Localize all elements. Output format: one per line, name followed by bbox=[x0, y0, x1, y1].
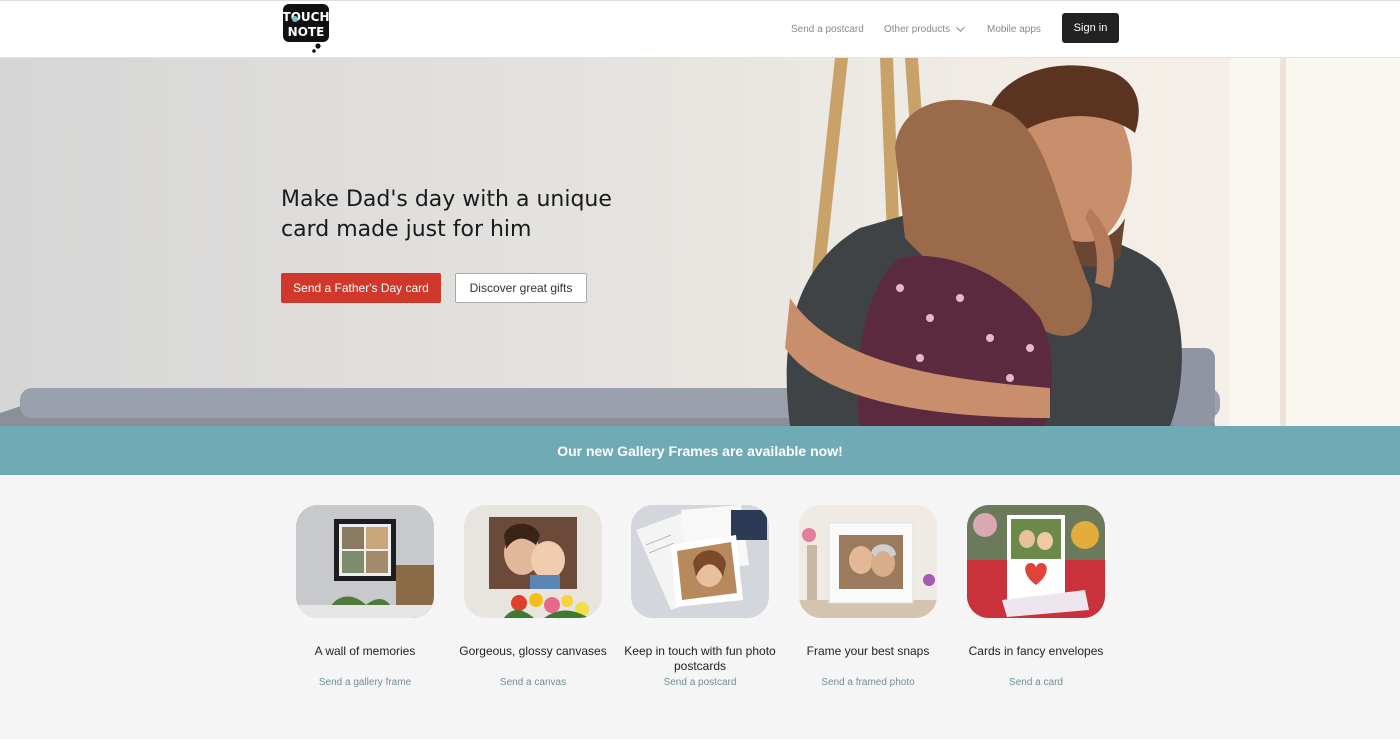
product-title: Frame your best snaps bbox=[806, 644, 930, 658]
svg-text:NOTE: NOTE bbox=[288, 25, 325, 39]
sign-in-button[interactable]: Sign in bbox=[1062, 13, 1119, 43]
touchnote-logo[interactable]: TOUCH NOTE bbox=[283, 4, 331, 54]
product-image-gallery-frame[interactable] bbox=[296, 505, 434, 618]
nav-other-products[interactable]: Other products bbox=[884, 1, 965, 57]
svg-text:TOUCH: TOUCH bbox=[283, 10, 329, 24]
site-header: TOUCH NOTE Send a postcard Other product… bbox=[0, 0, 1400, 58]
nav-send-postcard-label: Send a postcard bbox=[791, 23, 864, 35]
nav-mobile-apps-label: Mobile apps bbox=[987, 23, 1041, 35]
product-link[interactable]: Send a canvas bbox=[449, 677, 617, 688]
product-link[interactable]: Send a postcard bbox=[616, 677, 784, 688]
product-image-framed-photo[interactable] bbox=[799, 505, 937, 618]
products-section: A wall of memories Send a gallery frame bbox=[0, 475, 1400, 739]
product-image-canvas[interactable] bbox=[464, 505, 602, 618]
hero-section: Make Dad's day with a unique card made j… bbox=[0, 58, 1400, 426]
nav-mobile-apps[interactable]: Mobile apps bbox=[987, 1, 1041, 57]
product-link[interactable]: Send a gallery frame bbox=[281, 677, 449, 688]
product-title: Gorgeous, glossy canvases bbox=[459, 644, 607, 658]
hero-photo bbox=[0, 58, 1400, 426]
banner-text: Our new Gallery Frames are available now… bbox=[557, 442, 843, 459]
nav-send-postcard[interactable]: Send a postcard bbox=[791, 1, 864, 57]
gallery-frames-banner[interactable]: Our new Gallery Frames are available now… bbox=[0, 426, 1400, 475]
hero-title: Make Dad's day with a unique card made j… bbox=[281, 187, 612, 242]
product-image-postcard[interactable] bbox=[631, 505, 769, 618]
send-fathers-day-card-button[interactable]: Send a Father's Day card bbox=[281, 273, 441, 303]
discover-gifts-button[interactable]: Discover great gifts bbox=[455, 273, 587, 303]
nav-other-products-label: Other products bbox=[884, 23, 951, 35]
product-image-card[interactable] bbox=[967, 505, 1105, 618]
product-title: Keep in touch with fun photo postcards bbox=[624, 644, 776, 673]
product-title: A wall of memories bbox=[314, 644, 416, 658]
product-link[interactable]: Send a card bbox=[952, 677, 1120, 688]
chevron-down-icon bbox=[956, 23, 965, 32]
product-link[interactable]: Send a framed photo bbox=[784, 677, 952, 688]
product-title: Cards in fancy envelopes bbox=[968, 644, 1104, 658]
